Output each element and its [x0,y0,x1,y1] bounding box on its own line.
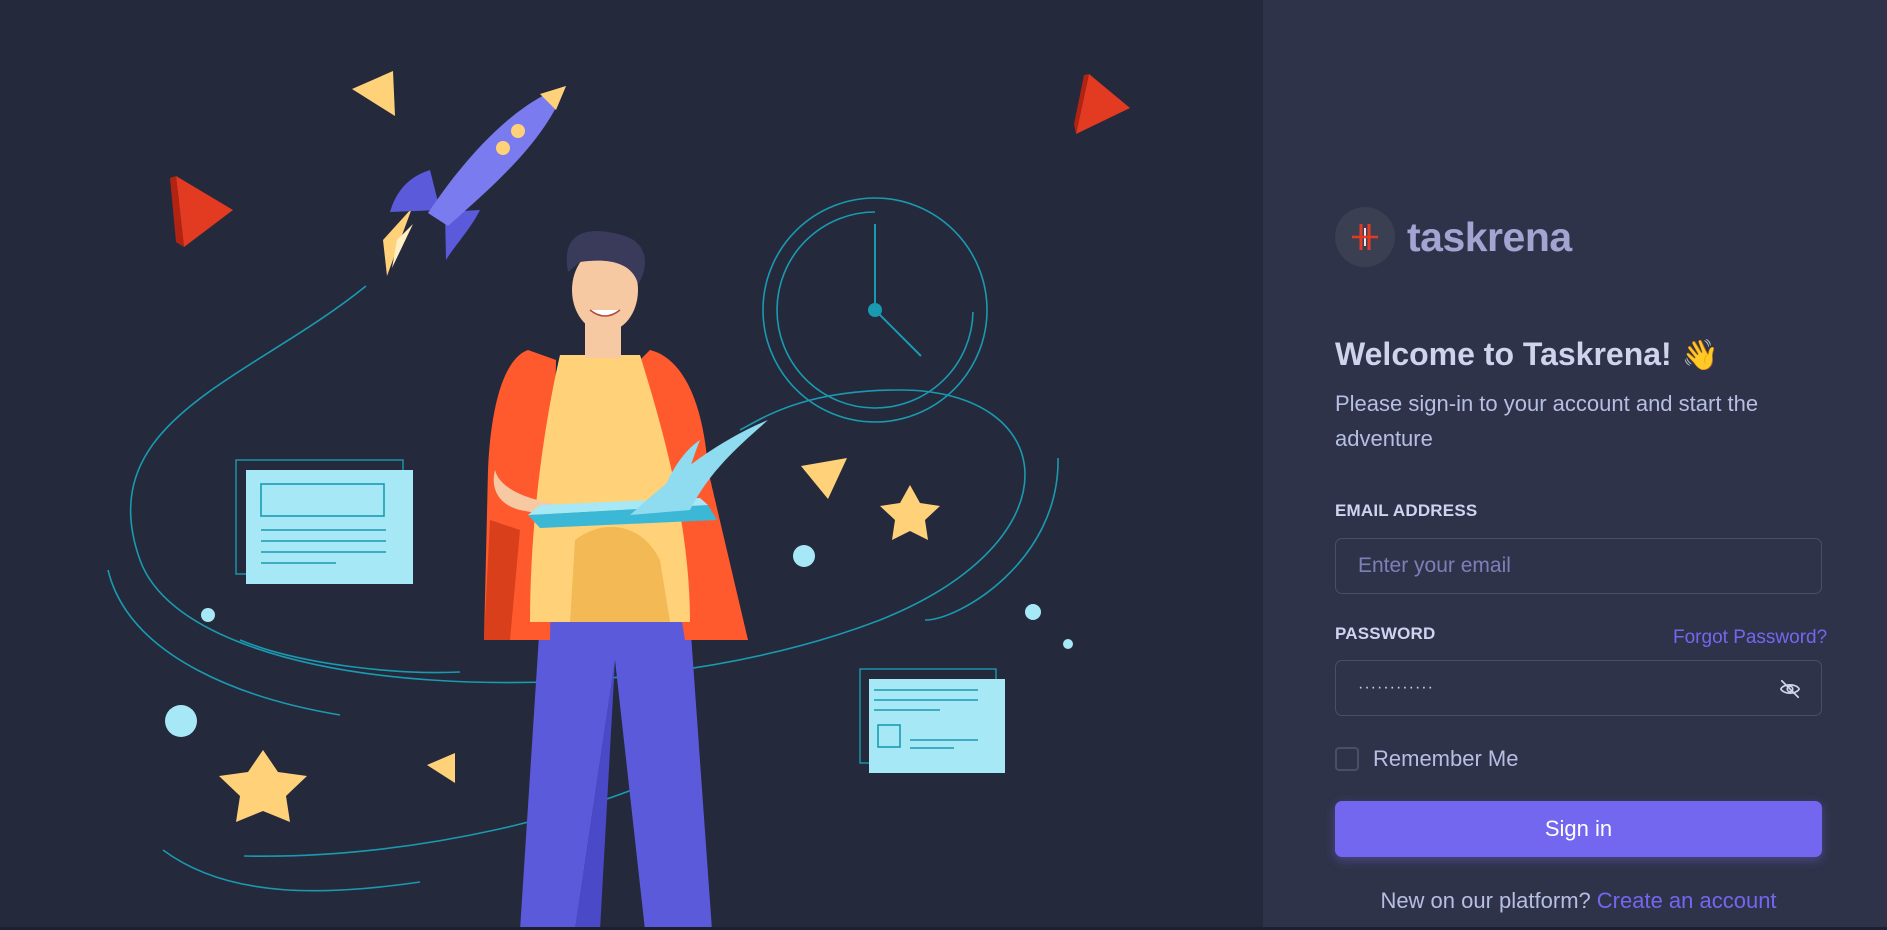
remember-me: Remember Me [1335,746,1518,772]
login-panel [1263,0,1887,930]
brand-logo: taskrena [1335,207,1572,267]
email-label: EMAIL ADDRESS [1335,501,1478,520]
sign-in-button[interactable]: Sign in [1335,801,1822,857]
remember-me-label: Remember Me [1373,746,1519,771]
person-illustration [484,230,768,930]
hero-illustration [107,71,1130,930]
illustration-panel [0,0,1263,930]
signup-prompt-row: New on our platform? Create an account [1335,888,1822,914]
brand-name: taskrena [1407,213,1572,260]
password-label: PASSWORD [1335,624,1436,643]
password-input[interactable] [1336,661,1821,715]
logo-icon [1335,207,1395,267]
password-field-wrapper [1335,660,1822,716]
email-input[interactable] [1336,539,1821,593]
eye-slash-icon[interactable] [1779,678,1801,700]
document-card-right [859,668,1005,773]
remember-me-checkbox[interactable] [1335,747,1359,771]
welcome-title: Welcome to Taskrena! [1335,336,1672,372]
rocket-illustration [383,86,566,276]
signup-prompt: New on our platform? [1380,888,1591,913]
waving-hand-icon: 👋 [1681,339,1720,372]
welcome-subtitle: Please sign-in to your account and start… [1335,391,1759,451]
forgot-password-link[interactable]: Forgot Password? [1673,627,1827,649]
create-account-link[interactable]: Create an account [1597,888,1777,913]
document-card-left [235,459,413,584]
welcome-heading: Welcome to Taskrena! 👋 [1335,336,1719,373]
clock-illustration [762,197,988,423]
email-field-wrapper [1335,538,1822,594]
